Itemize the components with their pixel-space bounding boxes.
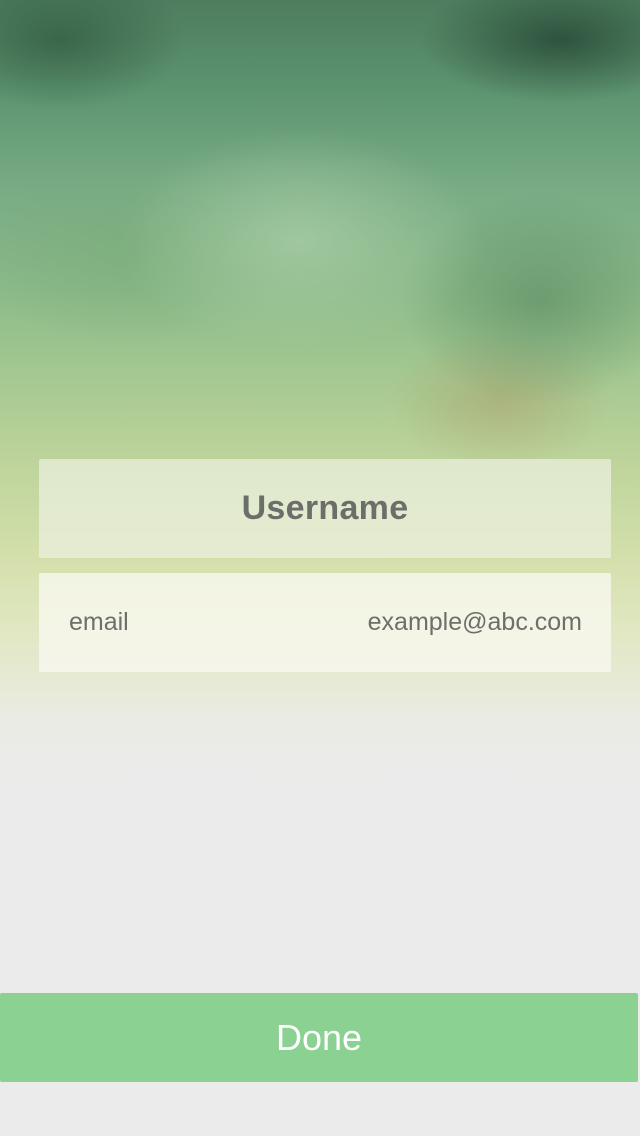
done-button[interactable]: Done [0,993,638,1082]
username-field[interactable]: Username [39,459,611,558]
email-field[interactable]: email example@abc.com [39,573,611,672]
email-label: email [69,608,129,636]
email-placeholder: example@abc.com [367,608,582,636]
username-placeholder: Username [241,489,409,527]
done-button-label: Done [275,1016,363,1058]
